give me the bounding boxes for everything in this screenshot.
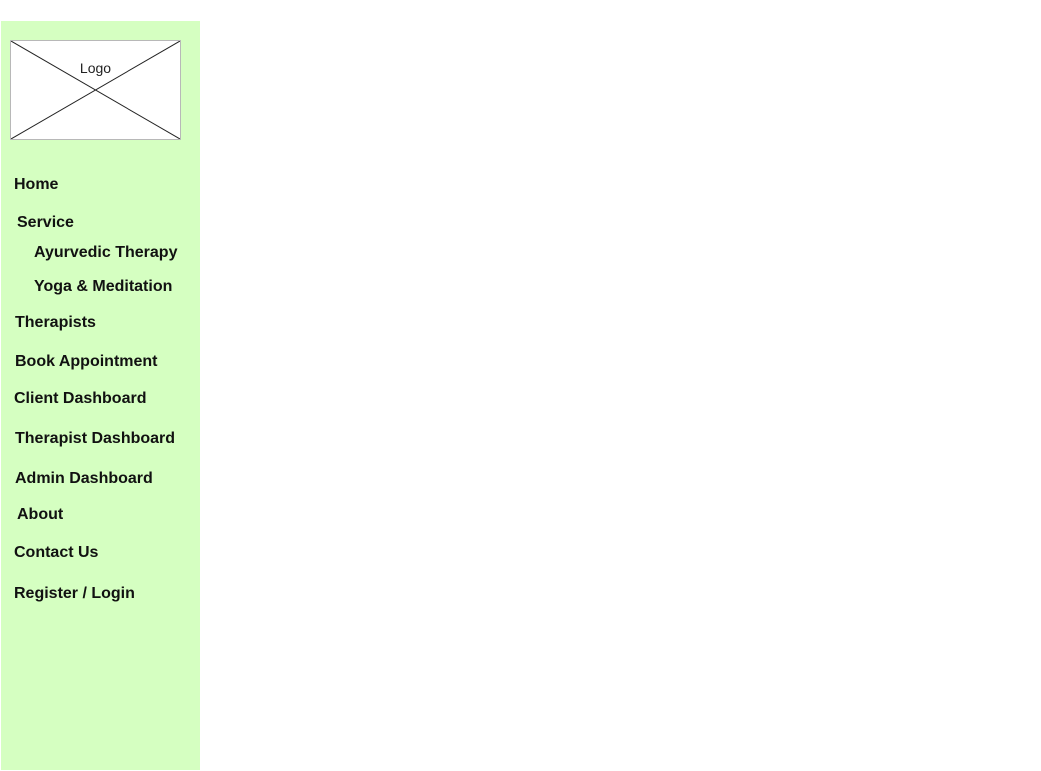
nav-register-login[interactable]: Register / Login	[14, 585, 135, 603]
nav-about[interactable]: About	[17, 506, 63, 524]
nav-contact-us[interactable]: Contact Us	[14, 544, 98, 562]
nav-home[interactable]: Home	[14, 176, 58, 194]
nav-admin-dashboard[interactable]: Admin Dashboard	[15, 470, 153, 488]
image-placeholder-icon	[11, 41, 180, 139]
nav-service[interactable]: Service	[17, 214, 74, 232]
nav-service-ayurvedic-therapy[interactable]: Ayurvedic Therapy	[34, 244, 177, 262]
sidebar: Logo Home Service Ayurvedic Therapy Yoga…	[1, 21, 200, 770]
nav-book-appointment[interactable]: Book Appointment	[15, 353, 158, 371]
nav-service-yoga-meditation[interactable]: Yoga & Meditation	[34, 278, 172, 296]
logo-placeholder[interactable]: Logo	[10, 40, 181, 140]
logo-label: Logo	[79, 60, 112, 76]
nav-therapist-dashboard[interactable]: Therapist Dashboard	[15, 430, 175, 448]
nav-therapists[interactable]: Therapists	[15, 314, 96, 332]
nav-client-dashboard[interactable]: Client Dashboard	[14, 390, 146, 408]
